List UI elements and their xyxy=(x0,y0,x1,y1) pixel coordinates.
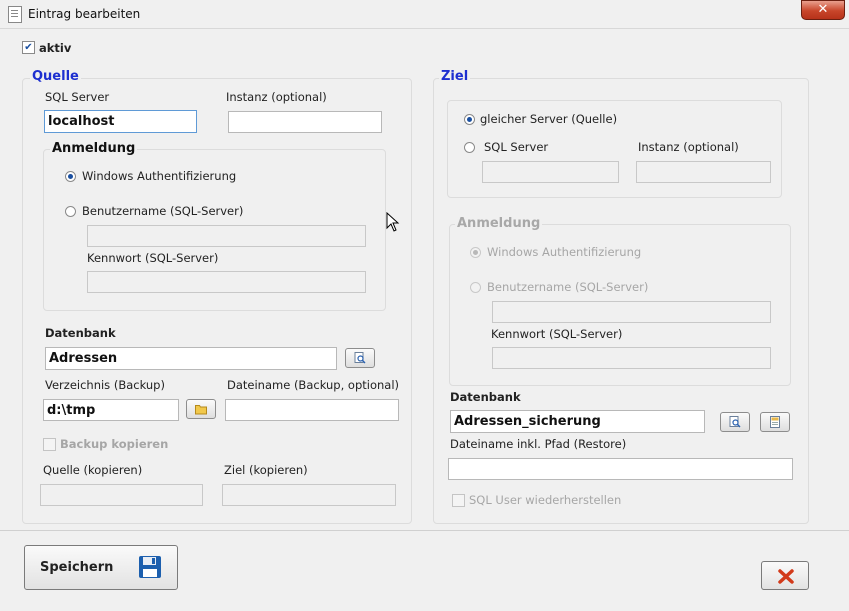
ziel-kennwort-input[interactable] xyxy=(492,347,771,369)
ziel-kopieren-input[interactable] xyxy=(222,484,396,506)
sql-user-checkbox[interactable] xyxy=(452,494,465,507)
aktiv-checkbox[interactable]: ✔ xyxy=(22,41,35,54)
folder-icon xyxy=(195,405,207,415)
ziel-legend: Ziel xyxy=(439,69,471,84)
ziel-sql-server-radio[interactable] xyxy=(464,142,475,153)
save-button[interactable]: Speichern xyxy=(24,545,178,590)
quelle-instanz-input[interactable] xyxy=(228,111,382,133)
database-search-icon xyxy=(729,416,741,428)
quelle-windows-auth-label: Windows Authentifizierung xyxy=(82,169,237,183)
quelle-benutzername-input[interactable] xyxy=(87,225,366,247)
ziel-windows-auth-label: Windows Authentifizierung xyxy=(487,245,642,259)
ziel-benutzername-label: Benutzername (SQL-Server) xyxy=(487,280,649,294)
quelle-windows-auth-radio[interactable] xyxy=(65,171,76,182)
quelle-benutzername-label: Benutzername (SQL-Server) xyxy=(82,204,244,218)
ziel-instanz-input[interactable] xyxy=(636,161,771,183)
quelle-legend: Quelle xyxy=(30,69,81,84)
ziel-kopieren-label: Ziel (kopieren) xyxy=(224,463,308,477)
quelle-verzeichnis-browse-button[interactable] xyxy=(186,399,216,419)
quelle-sql-server-input[interactable] xyxy=(44,110,197,133)
aktiv-label: aktiv xyxy=(39,41,72,55)
ziel-dateiname-restore-input[interactable] xyxy=(448,458,793,480)
quelle-instanz-label: Instanz (optional) xyxy=(226,90,327,104)
gleicher-server-radio[interactable] xyxy=(464,114,475,125)
quelle-kopieren-input[interactable] xyxy=(40,484,203,506)
backup-kopieren-label: Backup kopieren xyxy=(60,437,169,451)
window-title: Eintrag bearbeiten xyxy=(28,7,141,21)
cancel-x-icon xyxy=(778,569,794,584)
quelle-dateiname-label: Dateiname (Backup, optional) xyxy=(227,378,399,392)
window-document-icon xyxy=(8,6,22,23)
ziel-windows-auth-radio[interactable] xyxy=(470,247,481,258)
quelle-sql-server-label: SQL Server xyxy=(45,90,110,104)
ziel-datenbank-new-button[interactable] xyxy=(760,412,790,432)
ziel-anmeldung-legend: Anmeldung xyxy=(455,216,543,231)
database-search-icon xyxy=(354,352,366,364)
new-document-icon xyxy=(770,416,780,428)
ziel-benutzername-radio[interactable] xyxy=(470,282,481,293)
ziel-benutzername-input[interactable] xyxy=(492,301,771,323)
quelle-datenbank-label: Datenbank xyxy=(45,326,116,340)
ziel-datenbank-input[interactable] xyxy=(450,410,705,433)
cancel-button[interactable] xyxy=(761,561,809,590)
ziel-instanz-label: Instanz (optional) xyxy=(638,140,739,154)
mouse-cursor-icon xyxy=(386,212,400,232)
quelle-kennwort-input[interactable] xyxy=(87,271,366,293)
quelle-datenbank-input[interactable] xyxy=(45,347,337,370)
window-close-button[interactable]: ✕ xyxy=(801,0,845,20)
save-button-label: Speichern xyxy=(40,560,114,575)
quelle-verzeichnis-label: Verzeichnis (Backup) xyxy=(45,378,165,392)
quelle-kennwort-label: Kennwort (SQL-Server) xyxy=(87,251,219,265)
ziel-sql-server-input[interactable] xyxy=(482,161,619,183)
quelle-kopieren-label: Quelle (kopieren) xyxy=(43,463,143,477)
quelle-benutzername-radio[interactable] xyxy=(65,206,76,217)
ziel-dateiname-restore-label: Dateiname inkl. Pfad (Restore) xyxy=(450,437,627,451)
floppy-disk-icon xyxy=(139,556,161,578)
ziel-sql-server-label: SQL Server xyxy=(484,140,549,154)
ziel-datenbank-browse-button[interactable] xyxy=(720,412,750,432)
sql-user-label: SQL User wiederherstellen xyxy=(469,493,622,507)
quelle-anmeldung-legend: Anmeldung xyxy=(50,141,138,156)
ziel-kennwort-label: Kennwort (SQL-Server) xyxy=(491,327,623,341)
footer-separator xyxy=(0,530,849,531)
gleicher-server-label: gleicher Server (Quelle) xyxy=(480,112,618,126)
quelle-datenbank-browse-button[interactable] xyxy=(345,348,375,368)
backup-kopieren-checkbox[interactable] xyxy=(43,438,56,451)
quelle-dateiname-input[interactable] xyxy=(225,399,399,421)
ziel-datenbank-label: Datenbank xyxy=(450,390,521,404)
quelle-verzeichnis-input[interactable] xyxy=(43,399,179,421)
